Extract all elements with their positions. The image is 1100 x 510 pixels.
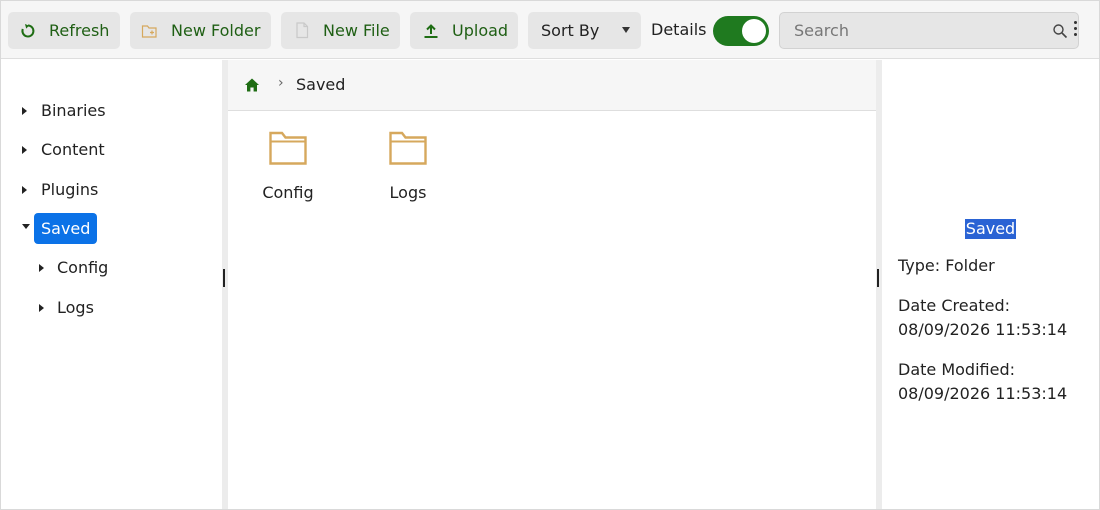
resize-handle-left[interactable] [223,269,225,287]
tree-item-label: Config [57,258,109,277]
breadcrumb: › Saved [228,60,876,111]
details-created-value: 08/09/2026 11:53:14 [898,320,1068,339]
collapse-arrow-icon[interactable] [22,224,30,229]
resize-handle-right[interactable] [877,269,879,287]
file-grid: Config Logs [228,111,876,509]
home-icon[interactable] [244,77,260,93]
tree-item-plugins[interactable]: Plugins [2,174,222,207]
expand-arrow-icon[interactable] [22,146,27,154]
folder-name: Config [262,183,314,202]
tree-item-saved[interactable]: Saved [2,213,222,246]
expand-arrow-icon[interactable] [22,186,27,194]
breadcrumb-current[interactable]: Saved [296,75,345,94]
details-created-label: Date Created: [898,296,1011,315]
folder-icon [389,131,427,165]
search-icon[interactable] [1052,23,1068,39]
details-label: Details [651,20,707,39]
tree-item-logs[interactable]: Logs [2,292,222,325]
tree-item-binaries[interactable]: Binaries [2,95,222,128]
search-box [779,12,1079,49]
tree-item-label: Binaries [41,101,106,120]
upload-button[interactable]: Upload [410,12,518,49]
new-file-button[interactable]: New File [281,12,400,49]
details-title: Saved [964,219,1017,239]
navigation-tree: Binaries Content Plugins Saved Config Lo… [2,60,222,509]
upload-label: Upload [452,21,509,40]
tree-item-label: Content [41,140,105,159]
details-title-wrap: Saved [882,219,1099,239]
folder-name: Logs [389,183,427,202]
expand-arrow-icon[interactable] [39,264,44,272]
expand-arrow-icon[interactable] [39,304,44,312]
details-pane: Saved Type: Folder Date Created: 08/09/2… [882,60,1099,509]
sort-by-label: Sort By [541,21,600,40]
expand-arrow-icon[interactable] [22,107,27,115]
tree-item-label: Plugins [41,180,99,199]
new-file-label: New File [323,21,390,40]
details-type: Type: Folder [898,256,995,275]
refresh-label: Refresh [49,21,110,40]
search-input[interactable] [780,13,1042,48]
folder-item-logs[interactable]: Logs [363,131,453,211]
tree-item-config[interactable]: Config [2,252,222,285]
folder-item-config[interactable]: Config [243,131,333,211]
sort-by-dropdown[interactable]: Sort By [528,12,641,49]
new-folder-icon [141,22,159,40]
details-toggle[interactable] [713,16,769,46]
tree-item-content[interactable]: Content [2,134,222,167]
tree-item-label: Saved [34,213,98,244]
details-modified-label: Date Modified: [898,360,1015,379]
refresh-icon [19,22,37,40]
new-folder-label: New Folder [171,21,261,40]
new-file-icon [293,22,311,40]
caret-down-icon [622,27,630,33]
details-modified-value: 08/09/2026 11:53:14 [898,384,1068,403]
tree-item-label: Logs [57,298,94,317]
new-folder-button[interactable]: New Folder [130,12,271,49]
folder-icon [269,131,307,165]
upload-icon [422,22,440,40]
breadcrumb-separator: › [278,75,284,91]
toolbar: Refresh New Folder New File Upload Sort … [1,1,1099,59]
more-options-icon[interactable] [1071,21,1081,39]
file-manager: Refresh New Folder New File Upload Sort … [0,0,1100,510]
toggle-knob [742,19,766,43]
refresh-button[interactable]: Refresh [8,12,120,49]
